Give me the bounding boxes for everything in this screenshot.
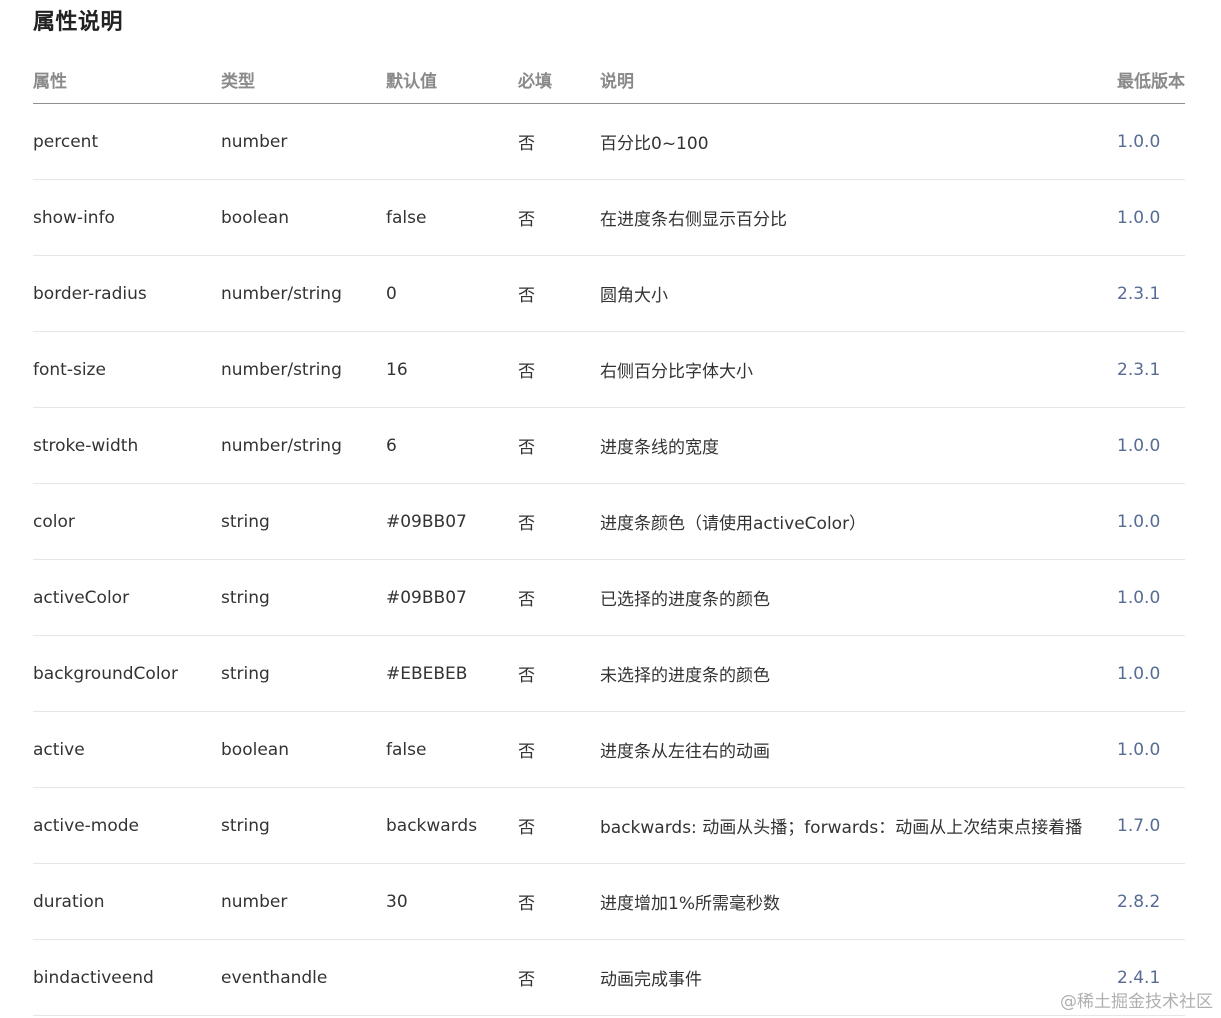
column-header-description: 说明 [600, 56, 1117, 104]
table-row: active-mode string backwards 否 backwards… [33, 787, 1185, 864]
cell-required: 否 [518, 331, 600, 408]
cell-type: string [221, 483, 386, 560]
cell-version: 2.8.2 [1117, 863, 1185, 940]
cell-default: #09BB07 [386, 559, 518, 636]
table-row: stroke-width number/string 6 否 进度条线的宽度 1… [33, 407, 1185, 484]
table-row: font-size number/string 16 否 右侧百分比字体大小 2… [33, 331, 1185, 408]
cell-type: number [221, 103, 386, 180]
column-header-min-version: 最低版本 [1117, 56, 1185, 104]
table-row: activeColor string #09BB07 否 已选择的进度条的颜色 … [33, 559, 1185, 636]
cell-description: 未选择的进度条的颜色 [600, 635, 1117, 712]
cell-type: number/string [221, 255, 386, 332]
cell-description: 已选择的进度条的颜色 [600, 559, 1117, 636]
table-row: active boolean false 否 进度条从左往右的动画 1.0.0 [33, 711, 1185, 788]
cell-description: 进度条从左往右的动画 [600, 711, 1117, 788]
cell-attribute: font-size [33, 331, 221, 408]
cell-type: number/string [221, 407, 386, 484]
table-row: backgroundColor string #EBEBEB 否 未选择的进度条… [33, 635, 1185, 712]
cell-version: 2.3.1 [1117, 255, 1185, 332]
cell-attribute: active [33, 711, 221, 788]
cell-default: #EBEBEB [386, 635, 518, 712]
cell-required: 否 [518, 787, 600, 864]
cell-attribute: stroke-width [33, 407, 221, 484]
table-header-row: 属性 类型 默认值 必填 说明 最低版本 [33, 56, 1185, 104]
table-row: percent number 否 百分比0~100 1.0.0 [33, 103, 1185, 180]
table-row: duration number 30 否 进度增加1%所需毫秒数 2.8.2 [33, 863, 1185, 940]
cell-required: 否 [518, 635, 600, 712]
cell-version: 1.0.0 [1117, 559, 1185, 636]
cell-default: backwards [386, 787, 518, 864]
cell-default: #09BB07 [386, 483, 518, 560]
cell-required: 否 [518, 255, 600, 332]
cell-type: string [221, 559, 386, 636]
table-row: bindactiveend eventhandle 否 动画完成事件 2.4.1 [33, 939, 1185, 1016]
section-title: 属性说明 [33, 10, 124, 35]
cell-required: 否 [518, 939, 600, 1016]
cell-required: 否 [518, 179, 600, 256]
cell-default: 0 [386, 255, 518, 332]
table-row: color string #09BB07 否 进度条颜色（请使用activeCo… [33, 483, 1185, 560]
cell-default [386, 103, 518, 180]
cell-default [386, 939, 518, 1016]
cell-type: string [221, 787, 386, 864]
cell-type: number [221, 863, 386, 940]
cell-required: 否 [518, 483, 600, 560]
cell-attribute: show-info [33, 179, 221, 256]
cell-description: 右侧百分比字体大小 [600, 331, 1117, 408]
cell-default: false [386, 179, 518, 256]
cell-required: 否 [518, 559, 600, 636]
cell-type: boolean [221, 179, 386, 256]
cell-default: 30 [386, 863, 518, 940]
cell-description: backwards: 动画从头播；forwards：动画从上次结束点接着播 [600, 787, 1117, 864]
cell-version: 1.0.0 [1117, 483, 1185, 560]
cell-type: string [221, 635, 386, 712]
column-header-attribute: 属性 [33, 56, 221, 104]
cell-version: 1.0.0 [1117, 407, 1185, 484]
cell-attribute: bindactiveend [33, 939, 221, 1016]
cell-description: 动画完成事件 [600, 939, 1117, 1016]
cell-version: 1.0.0 [1117, 711, 1185, 788]
cell-default: false [386, 711, 518, 788]
column-header-type: 类型 [221, 56, 386, 104]
table-row: border-radius number/string 0 否 圆角大小 2.3… [33, 255, 1185, 332]
column-header-required: 必填 [518, 56, 600, 104]
cell-attribute: active-mode [33, 787, 221, 864]
cell-required: 否 [518, 711, 600, 788]
cell-attribute: border-radius [33, 255, 221, 332]
table-body: percent number 否 百分比0~100 1.0.0 show-inf… [33, 103, 1185, 1016]
properties-table: 属性 类型 默认值 必填 说明 最低版本 percent number 否 百分… [33, 56, 1185, 1016]
cell-description: 圆角大小 [600, 255, 1117, 332]
cell-description: 在进度条右侧显示百分比 [600, 179, 1117, 256]
cell-version: 1.7.0 [1117, 787, 1185, 864]
cell-version: 1.0.0 [1117, 179, 1185, 256]
cell-required: 否 [518, 407, 600, 484]
cell-attribute: duration [33, 863, 221, 940]
cell-description: 进度增加1%所需毫秒数 [600, 863, 1117, 940]
cell-version: 1.0.0 [1117, 635, 1185, 712]
cell-attribute: backgroundColor [33, 635, 221, 712]
cell-default: 6 [386, 407, 518, 484]
table-row: show-info boolean false 否 在进度条右侧显示百分比 1.… [33, 179, 1185, 256]
cell-version: 2.3.1 [1117, 331, 1185, 408]
cell-type: eventhandle [221, 939, 386, 1016]
cell-description: 进度条线的宽度 [600, 407, 1117, 484]
cell-type: boolean [221, 711, 386, 788]
watermark-text: @稀土掘金技术社区 [1060, 992, 1213, 1012]
cell-required: 否 [518, 863, 600, 940]
cell-required: 否 [518, 103, 600, 180]
cell-attribute: activeColor [33, 559, 221, 636]
cell-default: 16 [386, 331, 518, 408]
column-header-default: 默认值 [386, 56, 518, 104]
cell-type: number/string [221, 331, 386, 408]
cell-attribute: color [33, 483, 221, 560]
cell-attribute: percent [33, 103, 221, 180]
cell-description: 百分比0~100 [600, 103, 1117, 180]
cell-version: 1.0.0 [1117, 103, 1185, 180]
document-page: 属性说明 属性 类型 默认值 必填 说明 最低版本 percent number [0, 0, 1221, 1018]
cell-description: 进度条颜色（请使用activeColor） [600, 483, 1117, 560]
